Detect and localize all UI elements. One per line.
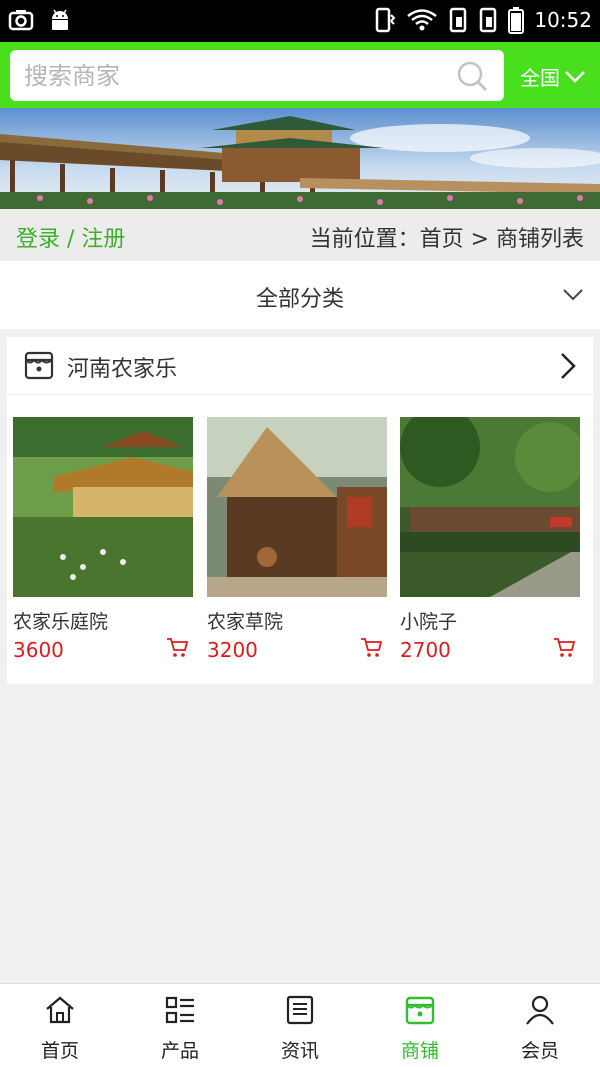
region-selector[interactable]: 全国	[520, 62, 586, 91]
category-dropdown[interactable]: 全部分类	[0, 261, 600, 329]
nav-label: 首页	[40, 1040, 79, 1062]
home-icon	[46, 996, 74, 1024]
nav-item-member[interactable]: 会员	[480, 984, 600, 1067]
cart-icon[interactable]	[359, 635, 383, 659]
screenshot-icon	[8, 10, 34, 31]
sim1-icon	[450, 7, 467, 33]
product-card[interactable]: 小院子 2700	[400, 417, 580, 662]
status-time: 10:52	[534, 8, 592, 32]
product-list-icon	[165, 996, 194, 1024]
bottom-nav: 首页 产品 资讯 商铺 会员	[0, 983, 600, 1067]
product-name: 农家草院	[207, 611, 284, 633]
shop-icon	[405, 996, 435, 1025]
product-card[interactable]: 农家乐庭院 3600	[13, 417, 193, 662]
status-bar: 10:52	[0, 0, 600, 42]
product-image[interactable]	[207, 417, 387, 597]
search-header: 全国	[0, 42, 600, 108]
nav-label: 商铺	[400, 1040, 439, 1062]
vibrate-icon	[376, 7, 396, 33]
news-icon	[286, 995, 314, 1025]
nav-item-shops[interactable]: 商铺	[360, 984, 480, 1067]
member-icon	[526, 995, 554, 1025]
cart-icon[interactable]	[165, 635, 189, 659]
product-card[interactable]: 农家草院 3200	[207, 417, 387, 662]
sim2-icon	[480, 7, 497, 33]
shop-header[interactable]: 河南农家乐	[7, 337, 593, 395]
nav-item-news[interactable]: 资讯	[240, 984, 360, 1067]
nav-label: 资讯	[280, 1040, 319, 1062]
product-name: 小院子	[400, 611, 458, 633]
breadcrumb: 当前位置：首页 > 商铺列表	[309, 227, 584, 252]
banner-scene	[0, 108, 600, 209]
login-register-link[interactable]: 登录 / 注册	[16, 221, 125, 253]
nav-item-products[interactable]: 产品	[120, 984, 240, 1067]
chevron-down-icon	[563, 289, 583, 301]
nav-label: 产品	[160, 1040, 199, 1062]
product-image[interactable]	[13, 417, 193, 597]
search-input[interactable]	[24, 58, 444, 94]
shop-name: 河南农家乐	[67, 357, 178, 382]
product-image[interactable]	[400, 417, 580, 597]
location-bar: 登录 / 注册 当前位置：首页 > 商铺列表	[0, 209, 600, 261]
nav-label: 会员	[520, 1040, 559, 1062]
chevron-right-icon[interactable]	[557, 351, 579, 381]
region-label: 全国	[520, 66, 560, 90]
wifi-icon	[407, 9, 438, 31]
shop-card: 河南农家乐 农家乐庭院 3600 农家草院 3200 小院子 2700	[7, 337, 593, 684]
battery-icon	[508, 7, 525, 34]
search-icon[interactable]	[456, 60, 488, 92]
category-label: 全部分类	[255, 287, 344, 312]
storefront-icon	[24, 351, 54, 380]
cart-icon[interactable]	[552, 635, 576, 659]
android-icon	[52, 9, 68, 30]
chevron-down-icon	[565, 70, 585, 83]
product-name: 农家乐庭院	[13, 611, 109, 633]
banner-image[interactable]	[0, 108, 600, 209]
nav-item-home[interactable]: 首页	[0, 984, 120, 1067]
search-box[interactable]	[10, 50, 504, 101]
